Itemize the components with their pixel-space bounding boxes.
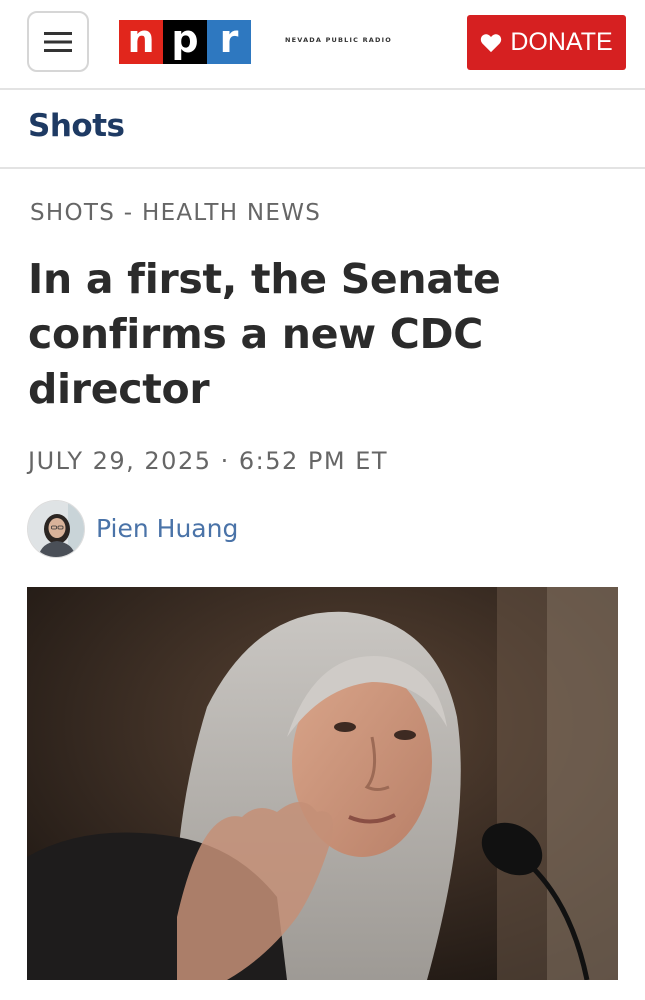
article-dateline: JULY 29, 2025 · 6:52 PM ET (28, 447, 389, 475)
hamburger-menu-icon (44, 31, 72, 52)
article-lead-photo[interactable] (27, 587, 618, 980)
logo-letter-n: n (119, 20, 163, 64)
npr-logo[interactable]: n p r (119, 20, 251, 64)
heart-icon (481, 33, 502, 52)
article-kicker[interactable]: SHOTS - HEALTH NEWS (30, 200, 321, 226)
section-title[interactable]: Shots (28, 108, 125, 144)
station-name: NEVADA PUBLIC RADIO (285, 36, 392, 44)
author-avatar[interactable] (27, 500, 85, 558)
logo-letter-p: p (163, 20, 207, 64)
author-name-link[interactable]: Pien Huang (96, 514, 238, 543)
donate-label: DONATE (510, 28, 613, 56)
top-navigation-bar: n p r NEVADA PUBLIC RADIO DONATE (0, 0, 645, 88)
logo-letter-r: r (207, 20, 251, 64)
header-divider (0, 88, 645, 90)
menu-button[interactable] (27, 11, 89, 72)
article-headline: In a first, the Senate confirms a new CD… (28, 255, 501, 413)
section-divider (0, 167, 645, 169)
donate-button[interactable]: DONATE (467, 15, 626, 70)
